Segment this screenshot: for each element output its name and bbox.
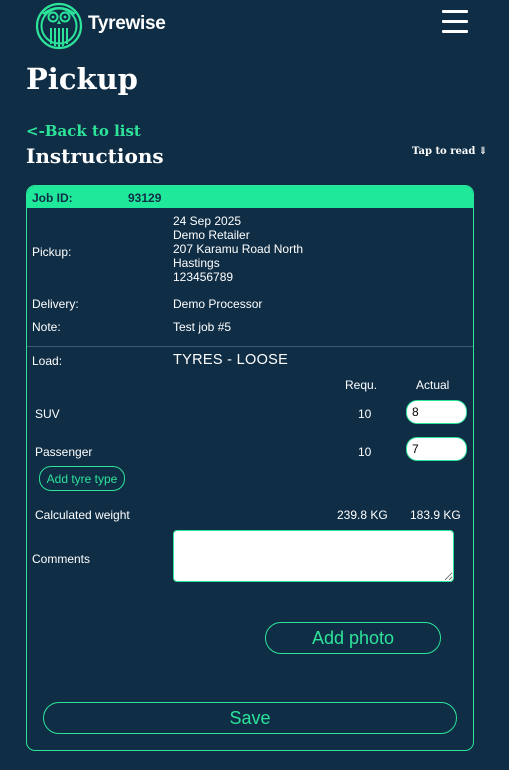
tap-to-read-link[interactable]: Tap to read ⇓ <box>412 146 487 157</box>
actual-qty-input-suv[interactable] <box>406 400 467 424</box>
comments-textarea[interactable] <box>173 530 454 582</box>
pickup-street: 207 Karamu Road North <box>173 242 304 256</box>
back-to-list-link[interactable]: <-Back to list <box>26 122 141 140</box>
page-title: Pickup <box>26 62 138 96</box>
comments-label: Comments <box>32 552 91 566</box>
pickup-phone: 123456789 <box>173 270 234 284</box>
job-card: Job ID: 93129 Pickup: 24 Sep 2025 Demo R… <box>26 185 474 751</box>
note-value: Test job #5 <box>173 320 232 334</box>
add-photo-button[interactable]: Add photo <box>265 622 441 654</box>
load-value: TYRES - LOOSE <box>173 352 289 368</box>
job-id-bar: Job ID: 93129 <box>27 186 473 208</box>
pickup-city: Hastings <box>173 256 220 270</box>
tyre-type-passenger: Passenger <box>35 445 93 459</box>
app-header: Tyrewise <box>0 0 509 56</box>
actual-column-header: Actual <box>416 378 450 392</box>
delivery-label: Delivery: <box>32 297 79 311</box>
section-divider <box>27 346 473 347</box>
required-qty-suv: 10 <box>358 407 372 421</box>
required-qty-passenger: 10 <box>358 445 372 459</box>
actual-qty-input-passenger[interactable] <box>406 437 467 461</box>
section-title: Instructions <box>26 144 164 168</box>
pickup-date: 24 Sep 2025 <box>173 214 242 228</box>
pickup-details: 24 Sep 2025 Demo Retailer 207 Karamu Roa… <box>173 214 303 284</box>
job-id-value: 93129 <box>128 191 162 205</box>
owl-icon[interactable] <box>34 0 84 50</box>
add-tyre-type-button[interactable]: Add tyre type <box>39 466 125 491</box>
brand-name: Tyrewise <box>88 13 166 34</box>
hamburger-icon[interactable] <box>442 9 470 35</box>
job-id-label: Job ID: <box>32 191 73 205</box>
delivery-value: Demo Processor <box>173 297 263 311</box>
pickup-label: Pickup: <box>32 245 72 259</box>
save-button[interactable]: Save <box>43 702 457 734</box>
required-column-header: Requ. <box>345 378 378 392</box>
pickup-retailer: Demo Retailer <box>173 228 250 242</box>
calculated-weight-actual: 183.9 KG <box>410 508 461 522</box>
note-label: Note: <box>32 320 61 334</box>
calculated-weight-label: Calculated weight <box>35 508 130 522</box>
calculated-weight-required: 239.8 KG <box>337 508 388 522</box>
tyre-type-suv: SUV <box>35 407 60 421</box>
load-label: Load: <box>32 354 63 368</box>
